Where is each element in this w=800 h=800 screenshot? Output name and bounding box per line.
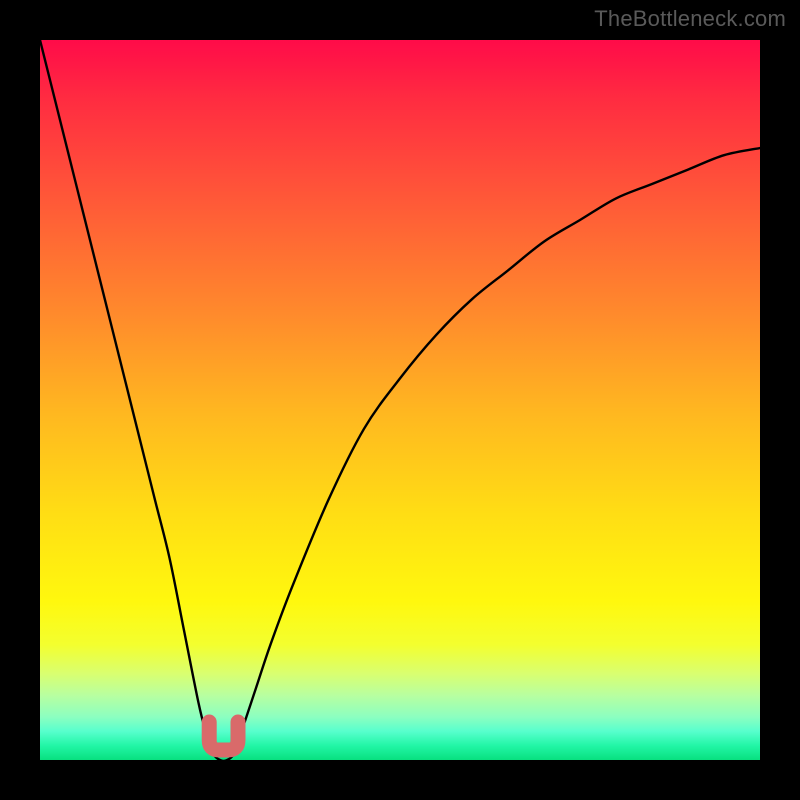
minimum-marker bbox=[209, 722, 238, 750]
chart-frame: TheBottleneck.com bbox=[0, 0, 800, 800]
watermark-text: TheBottleneck.com bbox=[594, 6, 786, 32]
bottleneck-curve-path bbox=[40, 40, 760, 760]
curve-svg bbox=[40, 40, 760, 760]
plot-area bbox=[40, 40, 760, 760]
